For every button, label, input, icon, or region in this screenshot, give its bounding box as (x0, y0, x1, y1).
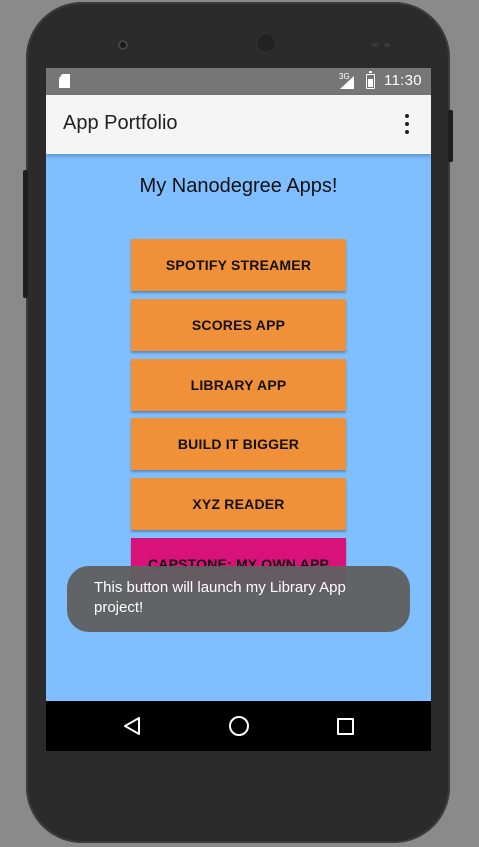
light-sensor (384, 43, 390, 47)
xyz-reader-button[interactable]: XYZ READER (131, 478, 346, 530)
app-bar: App Portfolio (46, 95, 431, 154)
power-button (448, 110, 453, 162)
toast-message: This button will launch my Library App p… (67, 566, 410, 632)
status-bar: 3G 11:30 (46, 68, 431, 95)
volume-button (23, 170, 28, 298)
proximity-sensor (372, 43, 378, 47)
spotify-streamer-button[interactable]: SPOTIFY STREAMER (131, 239, 346, 291)
front-camera (118, 40, 128, 50)
recents-icon[interactable] (337, 718, 354, 735)
sd-card-icon (59, 74, 70, 88)
earpiece-speaker (256, 33, 276, 53)
status-clock: 11:30 (384, 72, 422, 89)
screen: 3G 11:30 App Portfolio My Nanodegree App… (46, 68, 431, 751)
page-heading: My Nanodegree Apps! (139, 175, 338, 197)
home-icon[interactable] (229, 716, 249, 736)
network-type-label: 3G (339, 72, 350, 81)
scores-app-button[interactable]: SCORES APP (131, 299, 346, 351)
app-title: App Portfolio (63, 112, 178, 134)
more-vert-icon[interactable] (398, 114, 416, 136)
back-icon[interactable] (123, 717, 141, 735)
navigation-bar (46, 701, 431, 751)
battery-icon (366, 71, 375, 89)
build-it-bigger-button[interactable]: BUILD IT BIGGER (131, 418, 346, 470)
library-app-button[interactable]: LIBRARY APP (131, 359, 346, 411)
